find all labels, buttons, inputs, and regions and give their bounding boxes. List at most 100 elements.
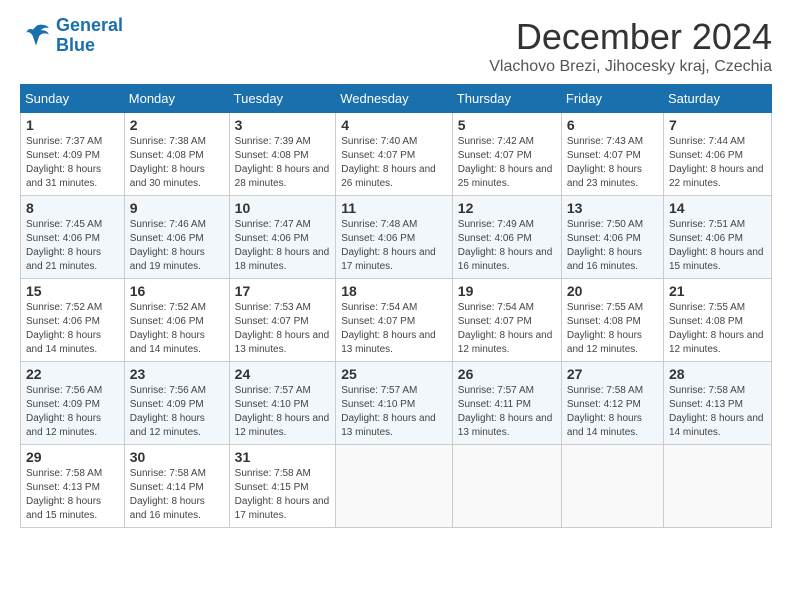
day-cell: 23 Sunrise: 7:56 AMSunset: 4:09 PMDayligh… (124, 362, 229, 445)
day-cell: 25Sunrise: 7:57 AMSunset: 4:10 PMDayligh… (336, 362, 453, 445)
day-cell: 27Sunrise: 7:58 AMSunset: 4:12 PMDayligh… (561, 362, 663, 445)
day-number: 7 (669, 117, 766, 133)
day-cell: 11 Sunrise: 7:48 AMSunset: 4:06 PMDayligh… (336, 196, 453, 279)
day-cell: 24 Sunrise: 7:57 AMSunset: 4:10 PMDayligh… (229, 362, 336, 445)
day-number: 5 (458, 117, 556, 133)
day-number: 22 (26, 366, 119, 382)
day-info: Sunrise: 7:56 AMSunset: 4:09 PMDaylight:… (26, 384, 119, 440)
day-cell: 21 Sunrise: 7:55 AMSunset: 4:08 PMDayligh… (663, 279, 771, 362)
day-info: Sunrise: 7:58 AMSunset: 4:14 PMDaylight:… (130, 467, 224, 523)
day-info: Sunrise: 7:56 AMSunset: 4:09 PMDaylight:… (130, 384, 224, 440)
day-number: 6 (567, 117, 658, 133)
week-row-1: 8Sunrise: 7:45 AMSunset: 4:06 PMDaylight… (21, 196, 772, 279)
day-info: Sunrise: 7:54 AMSunset: 4:07 PMDaylight:… (341, 301, 447, 357)
day-info: Sunrise: 7:58 AMSunset: 4:13 PMDaylight:… (669, 384, 766, 440)
day-number: 17 (235, 283, 331, 299)
logo: General Blue (20, 16, 123, 56)
calendar-table: SundayMondayTuesdayWednesdayThursdayFrid… (20, 84, 772, 528)
day-info: Sunrise: 7:48 AMSunset: 4:06 PMDaylight:… (341, 218, 447, 274)
day-cell: 31 Sunrise: 7:58 AMSunset: 4:15 PMDayligh… (229, 445, 336, 528)
day-info: Sunrise: 7:58 AMSunset: 4:12 PMDaylight:… (567, 384, 658, 440)
day-number: 21 (669, 283, 766, 299)
day-cell: 9 Sunrise: 7:46 AMSunset: 4:06 PMDaylight… (124, 196, 229, 279)
day-info: Sunrise: 7:52 AMSunset: 4:06 PMDaylight:… (26, 301, 119, 357)
day-info: Sunrise: 7:53 AMSunset: 4:07 PMDaylight:… (235, 301, 331, 357)
header-cell-wednesday: Wednesday (336, 85, 453, 113)
day-number: 1 (26, 117, 119, 133)
day-cell: 3Sunrise: 7:39 AMSunset: 4:08 PMDaylight… (229, 113, 336, 196)
header-row: SundayMondayTuesdayWednesdayThursdayFrid… (21, 85, 772, 113)
day-info: Sunrise: 7:57 AMSunset: 4:10 PMDaylight:… (235, 384, 331, 440)
day-cell: 28 Sunrise: 7:58 AMSunset: 4:13 PMDayligh… (663, 362, 771, 445)
header-cell-sunday: Sunday (21, 85, 125, 113)
day-info: Sunrise: 7:58 AMSunset: 4:15 PMDaylight:… (235, 467, 331, 523)
day-cell: 19 Sunrise: 7:54 AMSunset: 4:07 PMDayligh… (452, 279, 561, 362)
day-number: 24 (235, 366, 331, 382)
day-number: 3 (235, 117, 331, 133)
day-number: 25 (341, 366, 447, 382)
header-cell-tuesday: Tuesday (229, 85, 336, 113)
week-row-4: 29 Sunrise: 7:58 AMSunset: 4:13 PMDayligh… (21, 445, 772, 528)
day-info: Sunrise: 7:46 AMSunset: 4:06 PMDaylight:… (130, 218, 224, 274)
header-cell-saturday: Saturday (663, 85, 771, 113)
calendar-title: December 2024 (489, 16, 772, 58)
day-number: 18 (341, 283, 447, 299)
page-header: General Blue December 2024 Vlachovo Brez… (20, 16, 772, 76)
day-cell: 1 Sunrise: 7:37 AMSunset: 4:09 PMDaylight… (21, 113, 125, 196)
day-cell: 20 Sunrise: 7:55 AMSunset: 4:08 PMDayligh… (561, 279, 663, 362)
day-info: Sunrise: 7:57 AMSunset: 4:11 PMDaylight:… (458, 384, 556, 440)
day-number: 4 (341, 117, 447, 133)
logo-text: General Blue (56, 16, 123, 56)
week-row-3: 22 Sunrise: 7:56 AMSunset: 4:09 PMDayligh… (21, 362, 772, 445)
title-block: December 2024 Vlachovo Brezi, Jihocesky … (489, 16, 772, 76)
day-number: 16 (130, 283, 224, 299)
logo-icon (20, 20, 52, 52)
week-row-0: 1 Sunrise: 7:37 AMSunset: 4:09 PMDaylight… (21, 113, 772, 196)
day-number: 28 (669, 366, 766, 382)
calendar-subtitle: Vlachovo Brezi, Jihocesky kraj, Czechia (489, 58, 772, 76)
day-number: 15 (26, 283, 119, 299)
day-cell: 14 Sunrise: 7:51 AMSunset: 4:06 PMDayligh… (663, 196, 771, 279)
day-info: Sunrise: 7:55 AMSunset: 4:08 PMDaylight:… (669, 301, 766, 357)
day-number: 13 (567, 200, 658, 216)
day-cell (452, 445, 561, 528)
day-number: 23 (130, 366, 224, 382)
day-number: 26 (458, 366, 556, 382)
day-number: 20 (567, 283, 658, 299)
day-info: Sunrise: 7:58 AMSunset: 4:13 PMDaylight:… (26, 467, 119, 523)
day-cell: 17 Sunrise: 7:53 AMSunset: 4:07 PMDayligh… (229, 279, 336, 362)
day-cell (336, 445, 453, 528)
day-cell: 29 Sunrise: 7:58 AMSunset: 4:13 PMDayligh… (21, 445, 125, 528)
header-cell-friday: Friday (561, 85, 663, 113)
day-info: Sunrise: 7:55 AMSunset: 4:08 PMDaylight:… (567, 301, 658, 357)
day-info: Sunrise: 7:43 AMSunset: 4:07 PMDaylight:… (567, 135, 658, 191)
day-info: Sunrise: 7:47 AMSunset: 4:06 PMDaylight:… (235, 218, 331, 274)
day-number: 2 (130, 117, 224, 133)
day-cell: 8Sunrise: 7:45 AMSunset: 4:06 PMDaylight… (21, 196, 125, 279)
day-cell: 10 Sunrise: 7:47 AMSunset: 4:06 PMDayligh… (229, 196, 336, 279)
header-cell-monday: Monday (124, 85, 229, 113)
day-number: 14 (669, 200, 766, 216)
week-row-2: 15 Sunrise: 7:52 AMSunset: 4:06 PMDayligh… (21, 279, 772, 362)
day-info: Sunrise: 7:54 AMSunset: 4:07 PMDaylight:… (458, 301, 556, 357)
day-cell: 30Sunrise: 7:58 AMSunset: 4:14 PMDayligh… (124, 445, 229, 528)
day-cell: 26 Sunrise: 7:57 AMSunset: 4:11 PMDayligh… (452, 362, 561, 445)
day-number: 11 (341, 200, 447, 216)
day-number: 19 (458, 283, 556, 299)
day-number: 31 (235, 449, 331, 465)
day-info: Sunrise: 7:49 AMSunset: 4:06 PMDaylight:… (458, 218, 556, 274)
day-cell: 6 Sunrise: 7:43 AMSunset: 4:07 PMDaylight… (561, 113, 663, 196)
day-number: 10 (235, 200, 331, 216)
day-info: Sunrise: 7:37 AMSunset: 4:09 PMDaylight:… (26, 135, 119, 191)
day-number: 29 (26, 449, 119, 465)
day-cell: 7Sunrise: 7:44 AMSunset: 4:06 PMDaylight… (663, 113, 771, 196)
day-cell: 2Sunrise: 7:38 AMSunset: 4:08 PMDaylight… (124, 113, 229, 196)
day-cell: 4Sunrise: 7:40 AMSunset: 4:07 PMDaylight… (336, 113, 453, 196)
day-cell: 12Sunrise: 7:49 AMSunset: 4:06 PMDayligh… (452, 196, 561, 279)
day-info: Sunrise: 7:42 AMSunset: 4:07 PMDaylight:… (458, 135, 556, 191)
day-info: Sunrise: 7:51 AMSunset: 4:06 PMDaylight:… (669, 218, 766, 274)
day-info: Sunrise: 7:52 AMSunset: 4:06 PMDaylight:… (130, 301, 224, 357)
day-cell (561, 445, 663, 528)
day-number: 9 (130, 200, 224, 216)
header-cell-thursday: Thursday (452, 85, 561, 113)
